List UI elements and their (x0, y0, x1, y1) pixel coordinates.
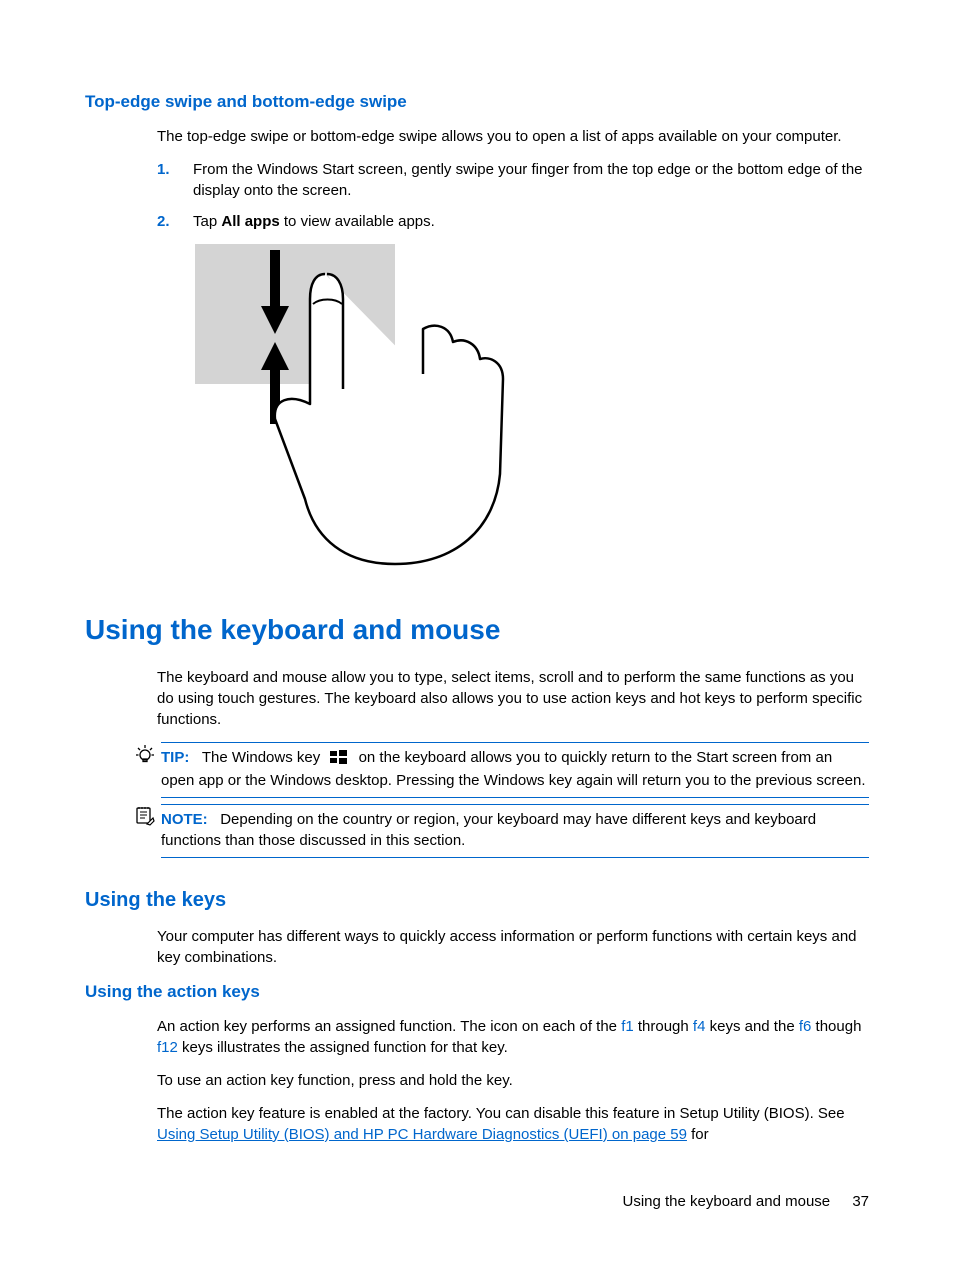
page-footer: Using the keyboard and mouse 37 (623, 1191, 870, 1212)
tip-text-before: The Windows key (202, 749, 320, 766)
section-keyboard-mouse: Using the keyboard and mouse The keyboar… (85, 610, 869, 858)
text-fragment: for (687, 1126, 709, 1143)
key-f6: f6 (799, 1018, 812, 1035)
section-edge-swipe: Top-edge swipe and bottom-edge swipe The… (85, 90, 869, 580)
text-fragment: keys and the (705, 1018, 798, 1035)
key-f4: f4 (693, 1018, 706, 1035)
text-fragment: keys illustrates the assigned function f… (178, 1039, 508, 1056)
section-action-keys: Using the action keys An action key perf… (85, 980, 869, 1145)
action-keys-p1: An action key performs an assigned funct… (157, 1016, 869, 1058)
heading-keyboard-mouse: Using the keyboard and mouse (85, 610, 869, 649)
heading-action-keys: Using the action keys (85, 980, 869, 1004)
note-label: NOTE: (161, 811, 208, 828)
tip-icon (135, 744, 155, 764)
step-text-after: to view available apps. (280, 213, 435, 230)
step-1: 1. From the Windows Start screen, gently… (157, 159, 869, 201)
note-icon (135, 806, 155, 826)
link-setup-utility[interactable]: Using Setup Utility (BIOS) and HP PC Har… (157, 1126, 687, 1143)
key-f12: f12 (157, 1039, 178, 1056)
text-fragment: An action key performs an assigned funct… (157, 1018, 621, 1035)
footer-title: Using the keyboard and mouse (623, 1193, 831, 1210)
intro-edge-swipe: The top-edge swipe or bottom-edge swipe … (157, 126, 869, 147)
page-number: 37 (852, 1193, 869, 1210)
gesture-illustration (195, 244, 869, 580)
action-keys-p2: To use an action key function, press and… (157, 1070, 869, 1091)
step-number: 2. (157, 211, 170, 232)
note-callout: NOTE: Depending on the country or region… (139, 804, 869, 858)
steps-list: 1. From the Windows Start screen, gently… (157, 159, 869, 232)
action-keys-p3: The action key feature is enabled at the… (157, 1103, 869, 1145)
text-fragment: though (811, 1018, 861, 1035)
heading-edge-swipe: Top-edge swipe and bottom-edge swipe (85, 90, 869, 114)
section-using-keys: Using the keys Your computer has differe… (85, 886, 869, 968)
intro-using-keys: Your computer has different ways to quic… (157, 926, 869, 968)
step-2: 2. Tap All apps to view available apps. (157, 211, 869, 232)
step-number: 1. (157, 159, 170, 180)
note-text: Depending on the country or region, your… (161, 811, 816, 849)
key-f1: f1 (621, 1018, 634, 1035)
tip-label: TIP: (161, 749, 189, 766)
step-text-before: Tap (193, 213, 221, 230)
windows-key-icon (330, 749, 348, 770)
intro-keyboard-mouse: The keyboard and mouse allow you to type… (157, 667, 869, 730)
step-text: From the Windows Start screen, gently sw… (193, 161, 863, 199)
text-fragment: The action key feature is enabled at the… (157, 1105, 845, 1122)
text-fragment: through (634, 1018, 693, 1035)
step-text-bold: All apps (221, 213, 279, 230)
heading-using-keys: Using the keys (85, 886, 869, 914)
tip-callout: TIP: The Windows key on the keyboard all… (139, 742, 869, 798)
